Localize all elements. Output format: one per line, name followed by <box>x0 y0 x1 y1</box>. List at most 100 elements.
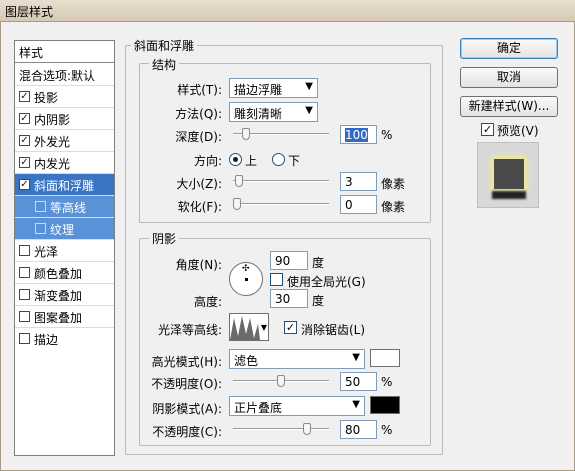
preview-label: 预览(V) <box>497 124 539 138</box>
checkbox-drop-shadow[interactable]: ✓ <box>19 91 30 102</box>
style-label: 样式(T): <box>177 83 222 97</box>
style-preview-thumbnail <box>477 142 539 208</box>
soften-slider-track[interactable] <box>233 203 329 205</box>
angle-unit: 度 <box>312 256 325 270</box>
checkbox-texture[interactable] <box>35 223 46 234</box>
shadow-opacity-thumb[interactable] <box>303 423 312 435</box>
ok-button[interactable]: 确定 <box>460 38 558 59</box>
style-list-header-label: 样式 <box>19 46 44 60</box>
preview-square <box>494 159 524 189</box>
style-list-header[interactable]: 样式 <box>15 41 114 63</box>
checkbox-satin[interactable] <box>19 245 30 256</box>
shadow-mode-select[interactable]: 正片叠底 ▼ <box>229 396 365 416</box>
depth-input[interactable]: 100 <box>340 125 377 144</box>
technique-label: 方法(Q): <box>175 107 222 121</box>
checkbox-stroke[interactable] <box>19 333 30 344</box>
highlight-opacity-label: 不透明度(O): <box>151 377 222 391</box>
size-label: 大小(Z): <box>176 177 222 191</box>
sidebar-item-outer-glow[interactable]: ✓ 外发光 <box>15 130 114 152</box>
sidebar-item-contour[interactable]: 等高线 <box>15 196 114 218</box>
chevron-down-icon: ▼ <box>305 105 313 116</box>
contour-curve-icon <box>230 314 260 340</box>
sidebar-item-label: 颜色叠加 <box>34 267 83 281</box>
sidebar-item-label: 渐变叠加 <box>34 289 83 303</box>
sidebar-item-stroke[interactable]: 描边 <box>15 328 114 350</box>
checkbox-outer-glow[interactable]: ✓ <box>19 135 30 146</box>
structure-title: 结构 <box>149 56 180 73</box>
size-slider-track[interactable] <box>233 180 329 182</box>
technique-select-value: 雕刻清晰 <box>234 107 283 121</box>
size-unit: 像素 <box>381 177 406 191</box>
direction-down-radio[interactable] <box>272 153 285 166</box>
sidebar-item-texture[interactable]: 纹理 <box>15 218 114 240</box>
preview-shadow <box>492 191 526 199</box>
sidebar-item-label: 斜面和浮雕 <box>34 179 95 193</box>
sidebar-item-label: 图案叠加 <box>34 311 83 325</box>
sidebar-item-label: 光泽 <box>34 245 59 259</box>
highlight-opacity-unit: % <box>381 375 393 389</box>
size-input-value: 3 <box>345 175 353 189</box>
soften-label: 软化(F): <box>177 200 222 214</box>
depth-input-value: 100 <box>345 128 368 142</box>
sidebar-item-satin[interactable]: 光泽 <box>15 240 114 262</box>
soften-input-value: 0 <box>345 198 353 212</box>
sidebar-item-bevel-emboss[interactable]: ✓ 斜面和浮雕 <box>15 174 114 196</box>
shadow-opacity-input[interactable]: 80 <box>340 420 377 439</box>
direction-down-label: 下 <box>288 154 301 168</box>
preview-checkbox[interactable]: ✓ <box>481 123 494 136</box>
size-input[interactable]: 3 <box>340 172 377 191</box>
chevron-down-icon: ▼ <box>352 399 360 410</box>
anti-aliased-checkbox[interactable]: ✓ <box>284 321 297 334</box>
shadow-opacity-track[interactable] <box>233 428 329 430</box>
checkbox-inner-shadow[interactable]: ✓ <box>19 113 30 124</box>
sidebar-item-label: 内发光 <box>34 157 71 171</box>
highlight-color-swatch[interactable] <box>370 349 400 367</box>
direction-label: 方向: <box>193 154 222 168</box>
highlight-opacity-value: 50 <box>345 375 361 389</box>
sidebar-item-blending-options[interactable]: 混合选项:默认 <box>15 64 114 86</box>
technique-select[interactable]: 雕刻清晰 ▼ <box>229 102 318 122</box>
sidebar-item-inner-shadow[interactable]: ✓ 内阴影 <box>15 108 114 130</box>
shadow-mode-label: 阴影模式(A): <box>152 402 222 416</box>
cancel-button[interactable]: 取消 <box>460 67 558 88</box>
angle-center-dot <box>245 278 248 281</box>
chevron-down-icon: ▼ <box>260 323 267 332</box>
shadow-opacity-unit: % <box>381 423 393 437</box>
sidebar-item-inner-glow[interactable]: ✓ 内发光 <box>15 152 114 174</box>
new-style-button[interactable]: 新建样式(W)... <box>460 96 558 117</box>
style-list: 样式 混合选项:默认 ✓ 投影 ✓ 内阴影 ✓ 外发光 ✓ 内发光 ✓ 斜面和浮… <box>14 40 115 456</box>
sidebar-item-label: 外发光 <box>34 135 71 149</box>
style-select[interactable]: 描边浮雕 ▼ <box>229 78 318 98</box>
global-light-checkbox[interactable] <box>270 273 283 286</box>
soften-input[interactable]: 0 <box>340 195 377 214</box>
altitude-label: 高度: <box>193 295 222 309</box>
size-slider-thumb[interactable] <box>234 175 243 187</box>
highlight-opacity-thumb[interactable] <box>277 375 285 387</box>
checkbox-inner-glow[interactable]: ✓ <box>19 157 30 168</box>
highlight-mode-value: 滤色 <box>234 354 259 368</box>
shadow-mode-value: 正片叠底 <box>234 401 283 415</box>
checkbox-bevel-emboss[interactable]: ✓ <box>19 179 30 190</box>
highlight-opacity-input[interactable]: 50 <box>340 372 377 391</box>
altitude-input[interactable]: 30 <box>270 289 308 308</box>
checkbox-gradient-overlay[interactable] <box>19 289 30 300</box>
sidebar-item-label: 等高线 <box>50 201 87 215</box>
sidebar-item-drop-shadow[interactable]: ✓ 投影 <box>15 86 114 108</box>
sidebar-item-color-overlay[interactable]: 颜色叠加 <box>15 262 114 284</box>
chevron-down-icon: ▼ <box>305 81 313 92</box>
angle-dial[interactable]: ✣ <box>229 262 263 296</box>
checkbox-color-overlay[interactable] <box>19 267 30 278</box>
shadow-color-swatch[interactable] <box>370 396 400 414</box>
checkbox-pattern-overlay[interactable] <box>19 311 30 322</box>
gloss-contour-picker[interactable]: ▼ <box>229 313 269 341</box>
shadow-opacity-value: 80 <box>345 423 361 437</box>
depth-slider-thumb[interactable] <box>241 128 250 140</box>
sidebar-item-label: 混合选项:默认 <box>19 69 96 83</box>
angle-input[interactable]: 90 <box>270 251 308 270</box>
sidebar-item-gradient-overlay[interactable]: 渐变叠加 <box>15 284 114 306</box>
soften-slider-thumb[interactable] <box>233 198 241 210</box>
sidebar-item-pattern-overlay[interactable]: 图案叠加 <box>15 306 114 328</box>
highlight-mode-select[interactable]: 滤色 ▼ <box>229 349 365 369</box>
direction-up-radio[interactable] <box>229 153 242 166</box>
checkbox-contour[interactable] <box>35 201 46 212</box>
